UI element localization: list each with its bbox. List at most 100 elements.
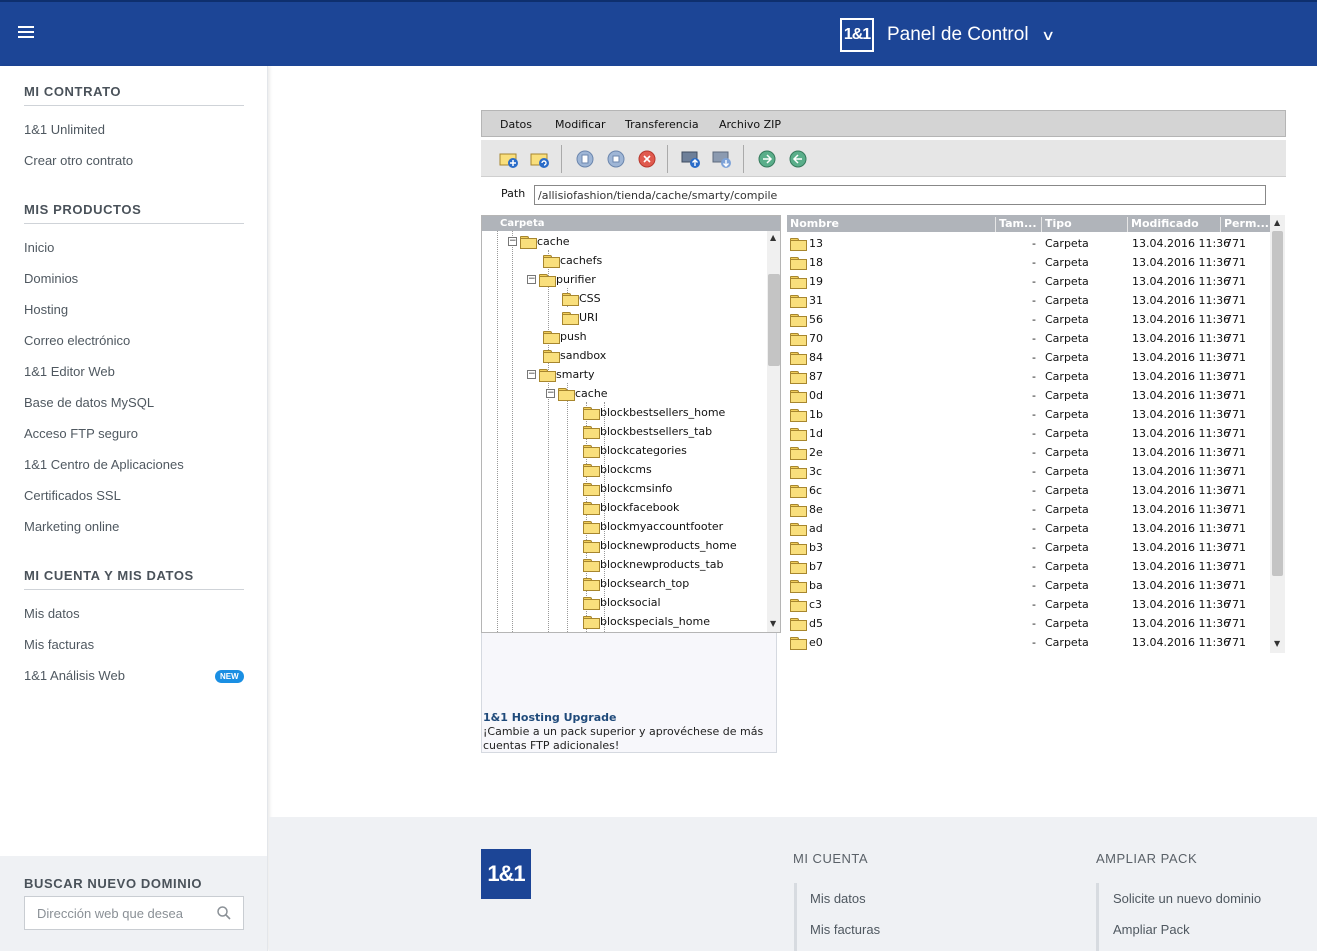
upgrade-banner[interactable]: 1&1 Hosting Upgrade ¡Cambie a un pack su… — [481, 633, 777, 753]
scroll-down-icon[interactable]: ▼ — [770, 619, 776, 628]
tree-node[interactable]: blockcmsinfo — [583, 479, 672, 498]
tree-node-label[interactable]: URI — [579, 311, 598, 324]
tree-node[interactable]: blockbestsellers_tab — [583, 422, 712, 441]
sidebar-item-editor-web[interactable]: 1&1 Editor Web — [24, 364, 115, 379]
tree-node-label[interactable]: blockspecials_home — [600, 615, 710, 628]
file-row[interactable]: 84 - Carpeta 13.04.2016 11:36 771 — [787, 348, 1270, 367]
menu-modificar[interactable]: Modificar — [555, 118, 606, 131]
tree-node-label[interactable]: blockbestsellers_tab — [600, 425, 712, 438]
footer-link-mis-facturas[interactable]: Mis facturas — [810, 922, 880, 937]
sidebar-item-new-contract[interactable]: Crear otro contrato — [24, 153, 133, 168]
tree-node-label[interactable]: blockcmsinfo — [600, 482, 672, 495]
sidebar-item-ftp[interactable]: Acceso FTP seguro — [24, 426, 138, 441]
tree-node-label[interactable]: cachefs — [560, 254, 602, 267]
file-row[interactable]: 2e - Carpeta 13.04.2016 11:36 771 — [787, 443, 1270, 462]
sidebar-item-analisis-web[interactable]: 1&1 Análisis Web — [24, 668, 125, 683]
sidebar-item-ssl[interactable]: Certificados SSL — [24, 488, 121, 503]
tree-node-label[interactable]: blockcms — [600, 463, 652, 476]
tree-node[interactable]: − purifier — [527, 270, 596, 289]
hamburger-icon[interactable] — [18, 26, 34, 40]
scroll-down-icon[interactable]: ▼ — [1274, 639, 1280, 648]
tree-node-label[interactable]: blocknewproducts_home — [600, 539, 737, 552]
file-row[interactable]: 18 - Carpeta 13.04.2016 11:36 771 — [787, 253, 1270, 272]
tree-node[interactable]: CSS — [562, 289, 601, 308]
file-row[interactable]: 13 - Carpeta 13.04.2016 11:36 771 — [787, 234, 1270, 253]
file-row[interactable]: 56 - Carpeta 13.04.2016 11:36 771 — [787, 310, 1270, 329]
sidebar-item-unlimited[interactable]: 1&1 Unlimited — [24, 122, 105, 137]
sidebar-item-correo[interactable]: Correo electrónico — [24, 333, 130, 348]
file-row[interactable]: 3c - Carpeta 13.04.2016 11:36 771 — [787, 462, 1270, 481]
tree-node-label[interactable]: blocknewproducts_tab — [600, 558, 724, 571]
sidebar-item-marketing[interactable]: Marketing online — [24, 519, 119, 534]
file-row[interactable]: e0 - Carpeta 13.04.2016 11:36 771 — [787, 633, 1270, 652]
upgrade-title[interactable]: 1&1 Hosting Upgrade — [483, 711, 616, 724]
tree-node[interactable]: − smarty — [527, 365, 595, 384]
tree-node[interactable]: blocknewproducts_home — [583, 536, 737, 555]
upload-icon[interactable] — [680, 148, 702, 170]
tree-scroll-thumb[interactable] — [768, 274, 780, 366]
file-row[interactable]: ad - Carpeta 13.04.2016 11:36 771 — [787, 519, 1270, 538]
chevron-down-icon[interactable]: ∨ — [1040, 27, 1054, 44]
collapse-toggle-icon[interactable]: − — [527, 370, 536, 379]
scroll-up-icon[interactable]: ▲ — [1274, 218, 1280, 227]
file-row[interactable]: 70 - Carpeta 13.04.2016 11:36 771 — [787, 329, 1270, 348]
tree-scrollbar[interactable]: ▲ ▼ — [767, 231, 780, 632]
search-icon[interactable] — [217, 906, 231, 920]
tree-node[interactable]: blockcategories — [583, 441, 687, 460]
tree-node-label[interactable]: blocksocial — [600, 596, 661, 609]
zip-icon[interactable] — [756, 148, 778, 170]
tree-node[interactable]: blockfacebook — [583, 498, 679, 517]
file-row[interactable]: 1b - Carpeta 13.04.2016 11:36 771 — [787, 405, 1270, 424]
refresh-folder-icon[interactable] — [529, 148, 551, 170]
download-icon[interactable] — [711, 148, 733, 170]
path-field[interactable]: /allisiofashion/tienda/cache/smarty/comp… — [534, 185, 1266, 205]
sidebar-item-dominios[interactable]: Dominios — [24, 271, 78, 286]
menu-transferencia[interactable]: Transferencia — [625, 118, 699, 131]
footer-link-ampliar-pack[interactable]: Ampliar Pack — [1113, 922, 1190, 937]
footer-link-nuevo-dominio[interactable]: Solicite un nuevo dominio — [1113, 891, 1261, 906]
file-row[interactable]: 0d - Carpeta 13.04.2016 11:36 771 — [787, 386, 1270, 405]
tree-node[interactable]: cachefs — [543, 251, 602, 270]
copy-icon[interactable] — [574, 148, 596, 170]
sidebar-item-mis-datos[interactable]: Mis datos — [24, 606, 80, 621]
sidebar-item-mis-facturas[interactable]: Mis facturas — [24, 637, 94, 652]
sidebar-item-mysql[interactable]: Base de datos MySQL — [24, 395, 154, 410]
footer-link-mis-datos[interactable]: Mis datos — [810, 891, 866, 906]
new-folder-icon[interactable] — [498, 148, 520, 170]
file-row[interactable]: 19 - Carpeta 13.04.2016 11:36 771 — [787, 272, 1270, 291]
tree-node[interactable]: − cache — [546, 384, 608, 403]
sidebar-item-apps[interactable]: 1&1 Centro de Aplicaciones — [24, 457, 184, 472]
tree-node-label[interactable]: push — [560, 330, 587, 343]
tree-node[interactable]: sandbox — [543, 346, 606, 365]
tree-node[interactable]: URI — [562, 308, 598, 327]
column-type[interactable]: Tipo — [1042, 217, 1128, 232]
file-row[interactable]: b3 - Carpeta 13.04.2016 11:36 771 — [787, 538, 1270, 557]
scroll-up-icon[interactable]: ▲ — [770, 233, 776, 242]
collapse-toggle-icon[interactable]: − — [546, 389, 555, 398]
tree-node[interactable]: push — [543, 327, 587, 346]
domain-search-field[interactable] — [24, 896, 244, 930]
file-row[interactable]: c3 - Carpeta 13.04.2016 11:36 771 — [787, 595, 1270, 614]
tree-node-label[interactable]: blockcategories — [600, 444, 687, 457]
column-name[interactable]: Nombre — [787, 217, 996, 232]
collapse-toggle-icon[interactable]: − — [508, 237, 517, 246]
file-row[interactable]: ba - Carpeta 13.04.2016 11:36 771 — [787, 576, 1270, 595]
tree-node[interactable]: blockspecials_home — [583, 612, 710, 631]
tree-node-label[interactable]: blockmyaccountfooter — [600, 520, 723, 533]
control-panel-switcher[interactable]: 1&1 Panel de Control ∨ — [840, 18, 1055, 52]
tree-node-label[interactable]: blocksearch_top — [600, 577, 689, 590]
tree-node-label[interactable]: smarty — [556, 368, 595, 381]
sidebar-item-inicio[interactable]: Inicio — [24, 240, 54, 255]
file-row[interactable]: 1d - Carpeta 13.04.2016 11:36 771 — [787, 424, 1270, 443]
tree-node[interactable]: blocknewproducts_tab — [583, 555, 724, 574]
tree-node-label[interactable]: cache — [537, 235, 570, 248]
file-row[interactable]: 8e - Carpeta 13.04.2016 11:36 771 — [787, 500, 1270, 519]
domain-search-input[interactable] — [25, 897, 205, 929]
file-row[interactable]: 87 - Carpeta 13.04.2016 11:36 771 — [787, 367, 1270, 386]
unzip-icon[interactable] — [787, 148, 809, 170]
file-row[interactable]: 6c - Carpeta 13.04.2016 11:36 771 — [787, 481, 1270, 500]
tree-node[interactable]: blockcms — [583, 460, 652, 479]
tree-node[interactable]: blockbestsellers_home — [583, 403, 725, 422]
menu-archivo-zip[interactable]: Archivo ZIP — [719, 118, 781, 131]
sidebar-item-hosting[interactable]: Hosting — [24, 302, 68, 317]
